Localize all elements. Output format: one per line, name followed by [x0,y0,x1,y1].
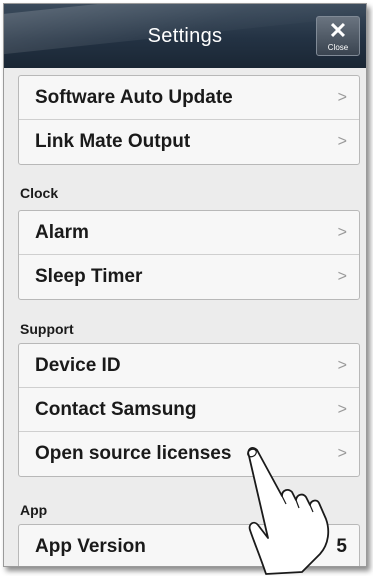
menu-item-device-id[interactable]: Device ID > [19,344,359,388]
close-button-label: Close [327,43,349,52]
header-bar: Settings ✕ Close [4,4,366,68]
menu-item-software-auto-update[interactable]: Software Auto Update > [19,76,359,120]
section-header-support: Support [20,321,74,337]
chevron-right-icon: > [337,133,347,150]
menu-item-sleep-timer[interactable]: Sleep Timer > [19,255,359,299]
app-version-value: 5 [336,536,347,557]
settings-card-general: Software Auto Update > Link Mate Output … [18,75,360,165]
settings-card-clock: Alarm > Sleep Timer > [18,210,360,300]
chevron-right-icon: > [337,268,347,285]
chevron-right-icon: > [337,401,347,418]
chevron-right-icon: > [337,445,347,462]
menu-item-contact-samsung[interactable]: Contact Samsung > [19,388,359,432]
menu-item-label: App Version [35,536,146,557]
chevron-right-icon: > [337,224,347,241]
page-title: Settings [147,25,223,47]
menu-item-label: Software Auto Update [35,87,233,108]
chevron-right-icon: > [337,89,347,106]
menu-item-label: Contact Samsung [35,399,197,420]
menu-item-label: Device ID [35,355,121,376]
menu-item-label: Open source licenses [35,443,232,464]
chevron-right-icon: > [337,357,347,374]
hand-pointer-icon [247,447,330,575]
close-icon: ✕ [328,18,348,43]
menu-item-label: Alarm [35,222,89,243]
section-header-app: App [20,502,48,518]
menu-item-link-mate-output[interactable]: Link Mate Output > [19,120,359,164]
menu-item-label: Sleep Timer [35,266,143,287]
section-header-clock: Clock [20,185,59,201]
menu-item-alarm[interactable]: Alarm > [19,211,359,255]
close-button[interactable]: ✕ Close [316,16,360,56]
menu-item-label: Link Mate Output [35,131,191,152]
